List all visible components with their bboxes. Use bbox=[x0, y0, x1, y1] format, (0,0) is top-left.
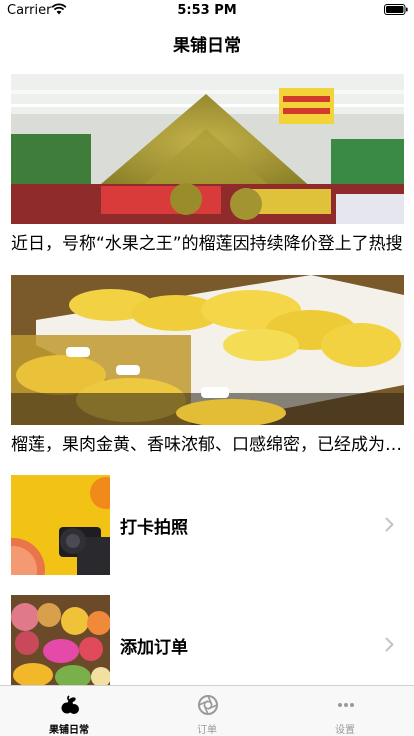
camera-thumbnail bbox=[11, 475, 110, 575]
status-bar: Carrier 5:53 PM bbox=[0, 0, 414, 20]
tab-label: 果铺日常 bbox=[49, 725, 89, 736]
clock: 5:53 PM bbox=[177, 3, 237, 18]
tab-orders[interactable]: 订单 bbox=[138, 686, 276, 736]
tab-bar: 果铺日常 订单 设置 bbox=[0, 685, 414, 736]
durian-flesh-photo[interactable] bbox=[11, 275, 404, 425]
aperture-icon bbox=[198, 695, 218, 715]
chevron-right-icon bbox=[385, 637, 394, 652]
news-caption[interactable]: 近日，号称“水果之王”的榴莲因持续降价登上了热搜 bbox=[11, 233, 403, 255]
durian-market-photo[interactable] bbox=[11, 74, 404, 224]
tab-settings[interactable]: 设置 bbox=[276, 686, 414, 736]
more-dots-icon bbox=[338, 703, 354, 707]
fruit-icon bbox=[61, 695, 79, 714]
menu-label: 打卡拍照 bbox=[120, 518, 188, 538]
battery-icon bbox=[384, 4, 408, 15]
menu-row-add-order[interactable]: 添加订单 bbox=[0, 595, 414, 686]
menu-label: 添加订单 bbox=[120, 638, 188, 658]
chevron-right-icon bbox=[385, 517, 394, 532]
tab-fruit-daily[interactable]: 果铺日常 bbox=[0, 686, 138, 736]
menu-row-checkin-photo[interactable]: 打卡拍照 bbox=[0, 475, 414, 575]
content-list[interactable]: 近日，号称“水果之王”的榴莲因持续降价登上了热搜 榴莲，果肉金黄、香味浓郁、口感… bbox=[0, 64, 414, 686]
fruit-basket-thumbnail bbox=[11, 595, 110, 686]
tab-label: 订单 bbox=[197, 725, 217, 736]
news-caption[interactable]: 榴莲，果肉金黄、香味浓郁、口感绵密，已经成为很多人的心头好 bbox=[11, 434, 403, 456]
page-title: 果铺日常 bbox=[173, 36, 241, 56]
tab-label: 设置 bbox=[335, 725, 355, 736]
